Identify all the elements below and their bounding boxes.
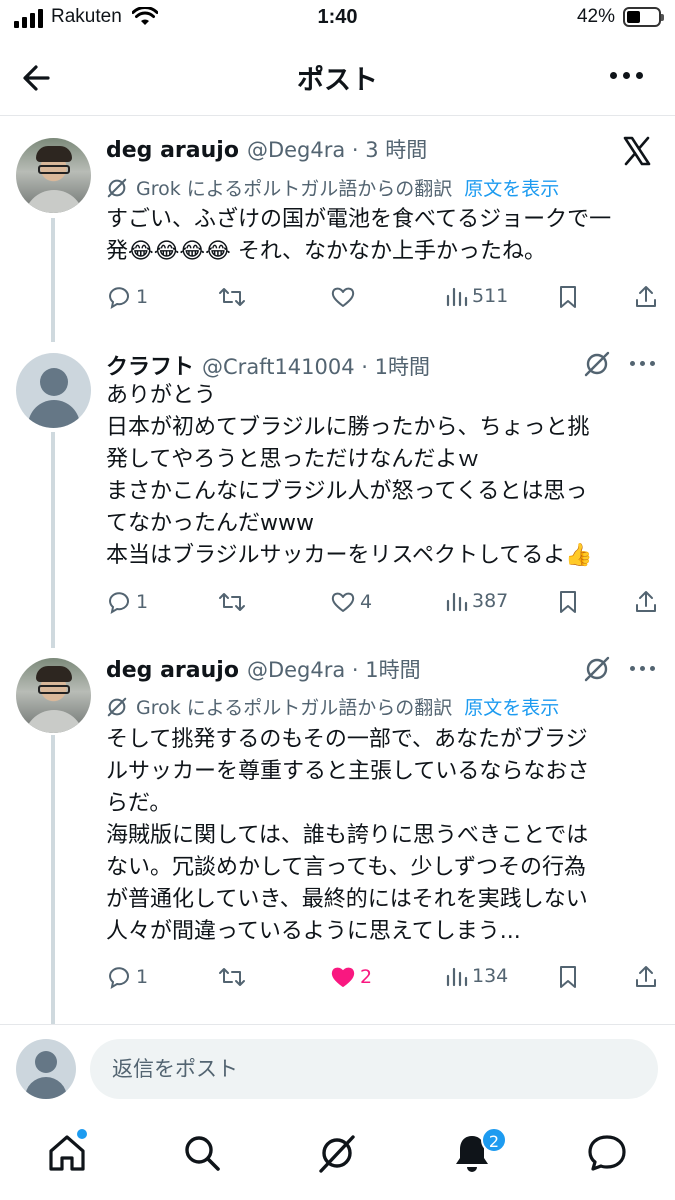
- reply-count: 1: [136, 966, 149, 988]
- share-icon: [636, 591, 656, 612]
- bookmark-icon: [560, 286, 576, 308]
- share-button[interactable]: [634, 284, 658, 310]
- views-button[interactable]: 387: [444, 589, 508, 613]
- show-original-link[interactable]: 原文を表示: [464, 174, 559, 201]
- view-count: 387: [472, 590, 509, 612]
- tweet-actions: 1 4 387: [106, 589, 658, 619]
- repost-button[interactable]: [218, 589, 246, 615]
- share-button[interactable]: [634, 964, 658, 990]
- repost-button[interactable]: [218, 284, 246, 310]
- avatar[interactable]: [16, 138, 91, 213]
- tweet-more-icon[interactable]: [630, 361, 655, 366]
- tweet[interactable]: クラフト @Craft141004 · 1時間 ありがとう 日本が初めてブラジル…: [0, 345, 675, 641]
- repost-icon: [219, 968, 245, 986]
- heart-icon: [331, 287, 355, 307]
- reply-composer: 返信をポスト: [0, 1024, 675, 1110]
- reply-icon: [108, 967, 129, 990]
- avatar[interactable]: [16, 658, 91, 733]
- reply-button[interactable]: 1: [106, 589, 148, 615]
- author-handle-time[interactable]: @Deg4ra · 1時間: [247, 654, 421, 684]
- translation-note: Grok によるポルトガル語からの翻訳: [136, 697, 453, 719]
- views-button[interactable]: 134: [444, 964, 508, 988]
- view-count: 511: [472, 285, 509, 307]
- bookmark-icon: [560, 966, 576, 988]
- search-icon[interactable]: [180, 1131, 224, 1175]
- grok-icon[interactable]: [315, 1131, 359, 1175]
- bookmark-button[interactable]: [556, 964, 580, 990]
- like-button[interactable]: [330, 284, 356, 310]
- author-name[interactable]: クラフト: [106, 349, 194, 381]
- tweet-actions: 1 511: [106, 284, 658, 314]
- status-bar: Rakuten 1:40 42%: [0, 0, 675, 40]
- reply-button[interactable]: 1: [106, 964, 148, 990]
- views-button[interactable]: 511: [444, 284, 508, 308]
- home-notification-dot: [77, 1129, 87, 1139]
- author-name[interactable]: deg araujo: [106, 658, 239, 683]
- heart-filled-icon: [331, 967, 355, 987]
- tweet-actions: 1 2 134: [106, 964, 658, 994]
- grok-icon: [107, 697, 127, 716]
- top-header: ポスト: [0, 40, 675, 116]
- battery-percent: 42%: [576, 6, 615, 27]
- bar-chart-icon: [446, 287, 468, 307]
- grok-icon[interactable]: [583, 350, 611, 378]
- tweet-text: すごい、ふざけの国が電池を食べてるジョークで一 発😂😂😂😂 それ、なかなか上手か…: [106, 207, 612, 264]
- more-horizontal-icon[interactable]: [610, 72, 643, 79]
- author-handle-time[interactable]: @Craft141004 · 1時間: [202, 351, 430, 381]
- avatar[interactable]: [16, 353, 91, 428]
- tweet-text: ありがとう 日本が初めてブラジルに勝ったから、ちょっと挑 発してやろうと思っただ…: [106, 383, 593, 568]
- messages-icon[interactable]: [585, 1131, 629, 1175]
- tweet-more-icon[interactable]: [630, 666, 655, 671]
- notifications-badge: 2: [481, 1127, 507, 1153]
- reply-icon: [108, 287, 129, 310]
- heart-icon: [331, 592, 355, 612]
- share-button[interactable]: [634, 589, 658, 615]
- repost-icon: [219, 288, 245, 306]
- reply-count: 1: [136, 591, 149, 613]
- like-button[interactable]: 4: [330, 589, 372, 615]
- status-time: 1:40: [317, 6, 358, 28]
- share-icon: [636, 966, 656, 987]
- like-button[interactable]: 2: [330, 964, 372, 990]
- tweet[interactable]: deg araujo @Deg4ra · 1時間 Grok によるポルトガル語か…: [0, 650, 675, 1020]
- repost-icon: [219, 593, 245, 611]
- translation-note: Grok によるポルトガル語からの翻訳: [136, 178, 453, 200]
- show-original-link[interactable]: 原文を表示: [464, 693, 559, 720]
- author-name[interactable]: deg araujo: [106, 138, 239, 163]
- x-logo-icon: [623, 136, 651, 166]
- bottom-nav: 2: [0, 1115, 675, 1200]
- reply-input[interactable]: 返信をポスト: [90, 1039, 658, 1099]
- page-title: ポスト: [297, 65, 378, 96]
- tweet-text: そして挑発するのもその一部で、あなたがブラジ ルサッカーを尊重すると主張している…: [106, 727, 590, 944]
- avatar: [16, 1039, 76, 1099]
- author-handle-time[interactable]: @Deg4ra · 3 時間: [247, 134, 427, 164]
- bookmark-icon: [560, 591, 576, 613]
- bar-chart-icon: [446, 592, 468, 612]
- bookmark-button[interactable]: [556, 589, 580, 615]
- tweet[interactable]: deg araujo @Deg4ra · 3 時間 Grok によるポルトガル語…: [0, 120, 675, 345]
- reply-icon: [108, 592, 129, 615]
- reply-button[interactable]: 1: [106, 284, 148, 310]
- bar-chart-icon: [446, 967, 468, 987]
- view-count: 134: [472, 965, 509, 987]
- grok-icon[interactable]: [583, 655, 611, 683]
- bookmark-button[interactable]: [556, 284, 580, 310]
- battery-icon: [623, 7, 664, 27]
- grok-icon: [107, 178, 127, 197]
- reply-count: 1: [136, 286, 149, 308]
- like-count: 2: [360, 966, 373, 988]
- repost-button[interactable]: [218, 964, 246, 990]
- like-count: 4: [360, 591, 373, 613]
- share-icon: [636, 286, 656, 307]
